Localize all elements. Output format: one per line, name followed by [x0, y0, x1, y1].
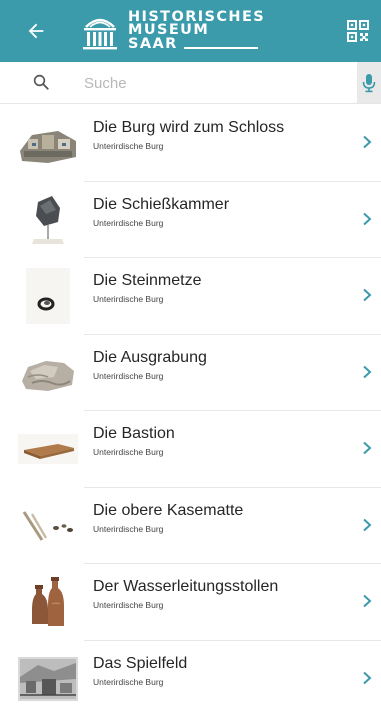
list-item[interactable]: Das Spielfeld Unterirdische Burg — [0, 641, 381, 713]
clay-jugs-image — [32, 577, 64, 626]
back-button[interactable] — [22, 17, 50, 45]
item-title: Die Bastion — [93, 425, 175, 442]
app-screen: HISTORISCHES MUSEUM SAAR Suche Die Burg … — [0, 0, 381, 713]
item-thumbnail — [18, 421, 78, 477]
chevron-right-icon — [363, 441, 372, 455]
item-thumbnail — [18, 268, 78, 324]
item-title: Die Steinmetze — [93, 272, 202, 289]
search-input[interactable] — [84, 71, 344, 95]
chevron-right-icon — [363, 518, 372, 531]
item-subtitle: Unterirdische Burg — [93, 600, 164, 610]
ring-image — [26, 268, 70, 324]
logo-wordmark: HISTORISCHES MUSEUM SAAR — [128, 10, 265, 52]
chevron-right-icon — [363, 594, 372, 608]
item-subtitle: Unterirdische Burg — [93, 141, 164, 151]
item-thumbnail — [18, 498, 78, 554]
item-thumbnail — [18, 651, 78, 707]
museum-logo: HISTORISCHES MUSEUM SAAR — [80, 8, 265, 54]
chevron-right-icon — [363, 288, 372, 302]
exhibit-list: Die Burg wird zum Schloss Unterirdische … — [0, 105, 381, 713]
list-item[interactable]: Die Ausgrabung Unterirdische Burg — [0, 335, 381, 412]
engraving-image — [18, 656, 78, 701]
item-title: Die Burg wird zum Schloss — [93, 119, 285, 136]
item-title: Das Spielfeld — [93, 654, 188, 672]
item-thumbnail — [18, 345, 78, 401]
list-item[interactable]: Die Steinmetze Unterirdische Burg — [0, 258, 381, 335]
logo-underline — [183, 46, 258, 49]
list-item[interactable]: Die Schießkammer Unterirdische Burg — [0, 182, 381, 259]
item-subtitle: Unterirdische Burg — [93, 217, 164, 228]
arrow-left-icon — [28, 23, 44, 39]
microphone-icon — [362, 73, 376, 92]
chevron-right-icon — [363, 135, 372, 149]
item-subtitle: Unterirdische Burg — [93, 676, 164, 687]
list-item[interactable]: Die Burg wird zum Schloss Unterirdische … — [0, 105, 381, 182]
item-thumbnail — [18, 115, 78, 171]
item-title: Der Wasserleitungsstollen — [93, 578, 279, 595]
voice-search-button[interactable] — [357, 62, 381, 103]
item-subtitle: Unterirdische Burg — [93, 523, 164, 534]
chevron-right-icon — [363, 671, 372, 684]
chevron-right-icon — [363, 212, 372, 225]
item-title: Die Ausgrabung — [93, 348, 207, 366]
stone-on-stand-image — [32, 195, 64, 244]
app-header: HISTORISCHES MUSEUM SAAR — [0, 0, 381, 62]
list-item[interactable]: Der Wasserleitungsstollen Unterirdische … — [0, 564, 381, 641]
wooden-block-image — [18, 434, 78, 464]
item-subtitle: Unterirdische Burg — [93, 447, 164, 457]
list-item[interactable]: Die obere Kasematte Unterirdische Burg — [0, 488, 381, 565]
item-title: Die obere Kasematte — [93, 501, 244, 519]
search-bar — [0, 62, 381, 104]
qr-code-icon — [347, 20, 369, 42]
castle-model-image — [20, 131, 76, 163]
item-thumbnail — [18, 574, 78, 630]
item-thumbnail — [18, 192, 78, 248]
item-title: Die Schießkammer — [93, 195, 230, 213]
stone-fragment-image — [22, 360, 74, 391]
museum-building-icon — [83, 18, 117, 50]
item-subtitle: Unterirdische Burg — [93, 294, 164, 304]
logo-line-3: SAAR — [128, 35, 178, 52]
list-item[interactable]: Die Bastion Unterirdische Burg — [0, 411, 381, 488]
search-icon[interactable] — [32, 73, 50, 91]
qr-scan-button[interactable] — [347, 20, 369, 42]
bone-tools-image — [22, 510, 73, 541]
item-subtitle: Unterirdische Burg — [93, 370, 164, 381]
chevron-right-icon — [363, 365, 372, 378]
